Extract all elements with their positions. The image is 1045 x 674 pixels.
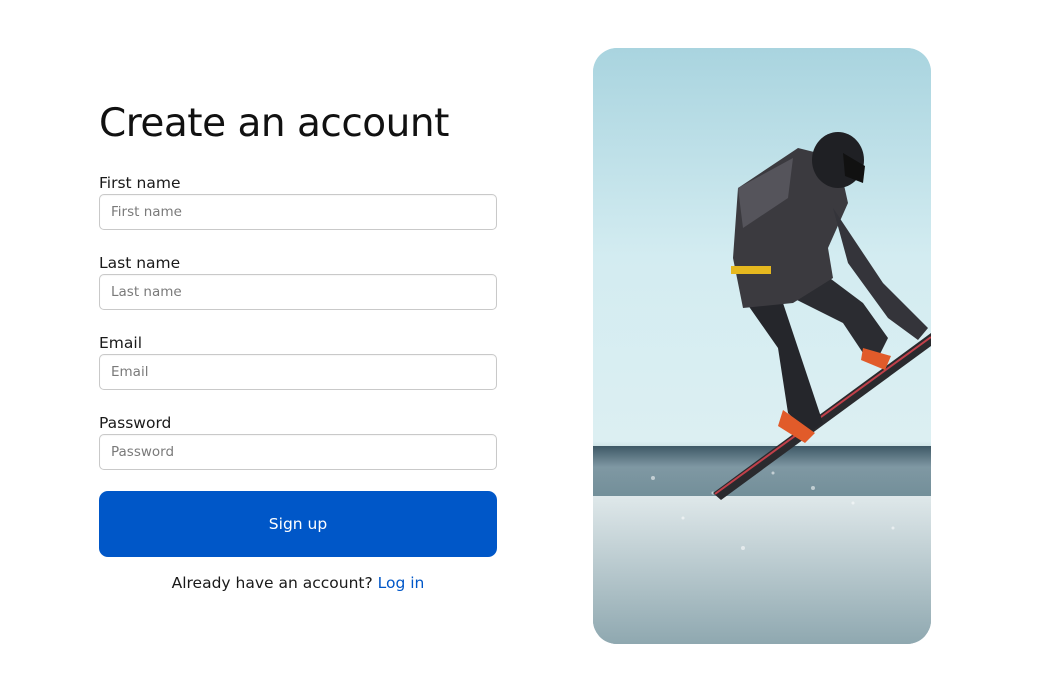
page-title: Create an account — [99, 101, 449, 146]
sign-up-button[interactable]: Sign up — [99, 491, 497, 557]
last-name-label: Last name — [99, 254, 181, 272]
login-prompt: Already have an account? Log in — [99, 574, 497, 592]
email-group: Email — [99, 333, 497, 390]
password-group: Password — [99, 413, 497, 470]
log-in-link[interactable]: Log in — [378, 574, 425, 592]
first-name-label: First name — [99, 174, 181, 192]
signup-form: Create an account First name Last name E… — [99, 100, 497, 592]
email-input[interactable] — [99, 354, 497, 390]
last-name-group: Last name — [99, 253, 497, 310]
first-name-group: First name — [99, 173, 497, 230]
password-label: Password — [99, 414, 172, 432]
snowboarder-illustration — [593, 48, 931, 644]
last-name-input[interactable] — [99, 274, 497, 310]
signup-page: Create an account First name Last name E… — [0, 0, 1045, 674]
hero-image — [593, 48, 931, 644]
email-label: Email — [99, 334, 143, 352]
first-name-input[interactable] — [99, 194, 497, 230]
password-input[interactable] — [99, 434, 497, 470]
login-prompt-text: Already have an account? — [171, 574, 373, 592]
